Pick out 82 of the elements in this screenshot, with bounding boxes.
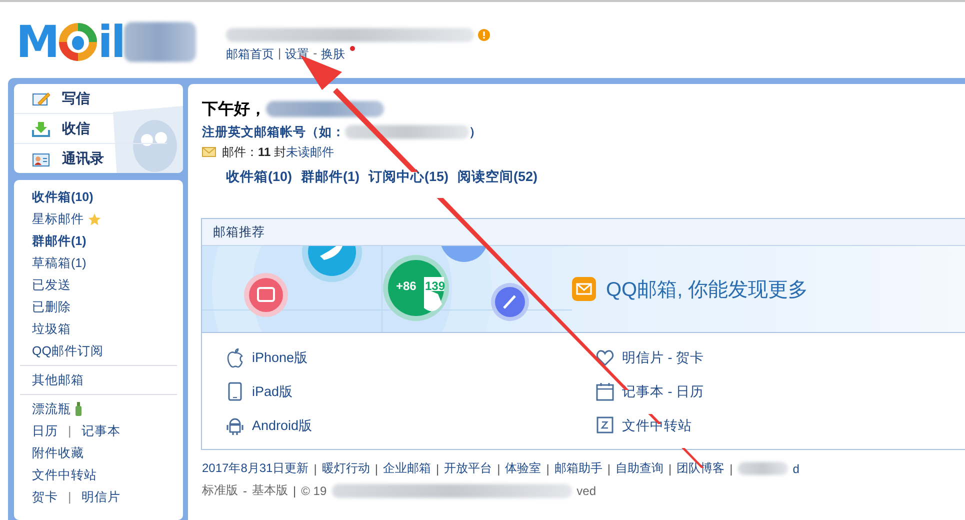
folder-link[interactable]: 星标邮件 [32, 210, 84, 228]
separator: | [546, 462, 550, 476]
separator: | [436, 462, 440, 476]
footer-link[interactable]: 团队博客 [676, 460, 725, 477]
mail-count-text: 邮件：11 封 [222, 144, 286, 160]
quick-link[interactable]: 收件箱(10) [226, 168, 292, 186]
transfer-box-icon [596, 416, 614, 436]
logo-text: M [16, 16, 58, 68]
banner-digits: 139 [425, 279, 446, 293]
separator: | [730, 462, 733, 476]
blurred-text [738, 462, 788, 475]
version-link[interactable]: 基本版 [252, 482, 288, 499]
separator: | [278, 46, 282, 60]
action-link[interactable]: 写信 [14, 84, 167, 114]
separator: | [668, 462, 672, 476]
footer-link[interactable]: 体验室 [505, 460, 542, 477]
pencil-note-icon [32, 90, 50, 106]
bracket-text: ） [469, 124, 482, 140]
greeting-text: 下午好， [202, 100, 266, 120]
panel-title: 邮箱推荐 [213, 224, 265, 240]
folder-link[interactable]: 垃圾箱 [32, 320, 71, 338]
android-icon [226, 416, 244, 436]
footer-link[interactable]: 自助查询 [615, 460, 664, 477]
copyright-text: © 19 [301, 484, 327, 498]
folder-link[interactable]: 草稿箱(1) [32, 254, 86, 272]
folder-link[interactable]: 群邮件(1) [32, 232, 86, 250]
footer-link[interactable]: 企业邮箱 [382, 460, 431, 477]
contact-card-icon [32, 150, 50, 166]
folder-link[interactable]: 已发送 [32, 276, 71, 294]
copyright-text: ved [576, 484, 596, 498]
warning-icon [478, 29, 490, 41]
separator: | [374, 462, 378, 476]
folder-link[interactable]: 明信片 [81, 488, 120, 506]
folder-link[interactable]: 漂流瓶 [32, 400, 71, 418]
mail-app-icon [572, 277, 596, 301]
folder-link[interactable]: 已删除 [32, 298, 71, 316]
footer-link[interactable]: 2017年8月31日更新 [202, 460, 309, 477]
separator: | [293, 484, 296, 498]
folder-link[interactable]: 贺卡 [32, 488, 58, 506]
folder-link[interactable]: 附件收藏 [32, 444, 84, 462]
banner-slogan: QQ邮箱, 你能发现更多 [606, 278, 808, 302]
separator: | [607, 462, 610, 476]
header-link[interactable]: 换肤 [321, 46, 346, 63]
separator: | [68, 490, 72, 504]
separator: - [313, 46, 318, 60]
envelope-icon [202, 147, 216, 157]
quick-link[interactable]: 群邮件(1) [301, 168, 360, 186]
bottle-icon [75, 402, 82, 416]
folder-link[interactable]: 日历 [32, 422, 58, 440]
header-link[interactable]: 邮箱首页 [226, 46, 274, 63]
app-link[interactable]: iPad版 [226, 375, 596, 409]
footer-link[interactable]: 暖灯行动 [322, 460, 370, 477]
unread-link[interactable]: 未读邮件 [286, 144, 334, 160]
footer-link[interactable]: 邮箱助手 [554, 460, 602, 477]
footer-link[interactable]: 开放平台 [444, 460, 492, 477]
banner-number: +86 [396, 279, 416, 293]
folder-link[interactable]: 文件中转站 [32, 466, 97, 484]
folder-link[interactable]: QQ邮件订阅 [32, 342, 104, 360]
action-link[interactable]: 通讯录 [14, 144, 167, 173]
folder-link[interactable]: 记事本 [81, 422, 120, 440]
action-link[interactable]: 收信 [14, 114, 167, 144]
separator: - [243, 484, 247, 498]
apple-icon [226, 348, 244, 368]
app-link[interactable]: 明信片 - 贺卡 [596, 341, 965, 375]
app-link[interactable]: iPhone版 [226, 341, 596, 375]
separator: | [497, 462, 500, 476]
app-link[interactable]: Android版 [226, 409, 596, 443]
star-icon [88, 212, 101, 226]
separator: | [68, 424, 72, 438]
heart-icon [596, 348, 614, 368]
download-tray-icon [32, 120, 50, 136]
logo-text: il [98, 16, 124, 68]
quick-link[interactable]: 阅读空间(52) [458, 168, 538, 186]
version-link[interactable]: 标准版 [202, 482, 238, 499]
folder-link[interactable]: 其他邮箱 [32, 372, 84, 388]
register-link[interactable]: 注册英文邮箱帐号（如： [202, 124, 345, 140]
tablet-icon [226, 382, 244, 402]
calendar-icon [596, 382, 614, 402]
footer-link[interactable]: d [792, 462, 800, 476]
folder-link[interactable]: 收件箱(10) [32, 188, 94, 206]
quick-link[interactable]: 订阅中心(15) [368, 168, 449, 186]
separator: | [314, 462, 317, 476]
